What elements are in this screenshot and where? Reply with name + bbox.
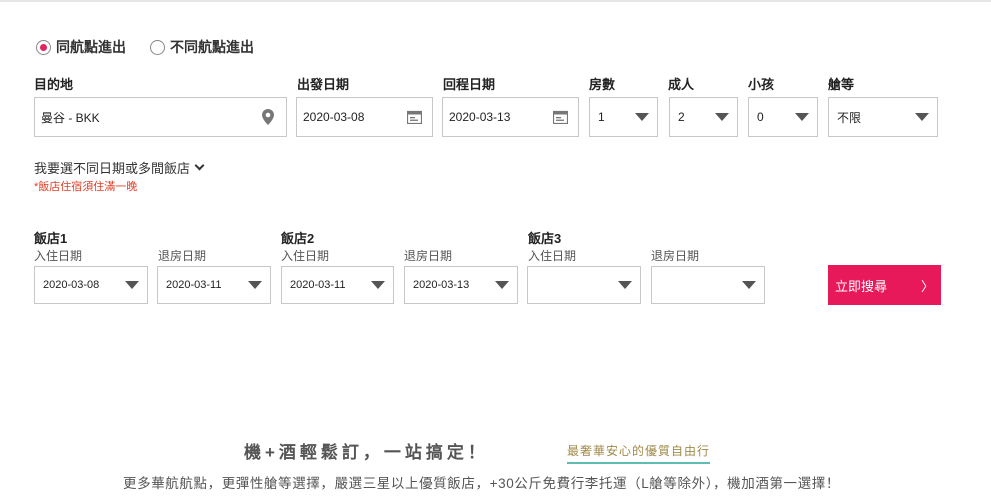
hotel1-checkin-select[interactable]: 2020-03-08 [34,266,148,304]
chevron-down-icon [125,281,139,289]
radio-different-airport[interactable]: 不同航點進出 [150,37,254,57]
hotel2-checkin-select[interactable]: 2020-03-11 [281,266,394,304]
hotel1-checkout-value: 2020-03-11 [166,279,222,291]
radio-same-airport-label: 同航點進出 [56,39,126,55]
destination-input[interactable]: 曼谷 - BKK [34,97,287,137]
hotel2-checkout-select[interactable]: 2020-03-13 [404,266,518,304]
adults-value: 2 [678,110,685,124]
chevron-down-icon [371,281,385,289]
return-date-value: 2020-03-13 [449,110,511,124]
top-divider [0,0,991,2]
promo-title: 機+酒輕鬆訂，一站搞定！ [244,443,489,462]
radio-different-airport-label: 不同航點進出 [170,39,254,55]
chevron-down-icon [915,113,929,121]
chevron-down-icon [635,113,649,121]
multi-date-hotel-label: 我要選不同日期或多間飯店 [34,161,191,176]
hotel3-title: 飯店3 [528,231,562,246]
search-button-label: 立即搜尋 [834,278,887,294]
hotel2-checkout-value: 2020-03-13 [413,279,470,291]
depart-date-value: 2020-03-08 [303,110,365,124]
hotel3-checkout-select[interactable] [651,266,765,304]
hotel3-checkin-select[interactable] [527,266,641,304]
radio-same-airport[interactable]: 同航點進出 [36,37,126,57]
rooms-label: 房數 [589,77,616,92]
hotel3-checkout-label: 退房日期 [651,249,700,263]
children-select[interactable]: 0 [748,97,818,137]
search-button[interactable]: 立即搜尋 〉 [828,265,941,305]
hotel1-checkout-select[interactable]: 2020-03-11 [157,266,271,304]
chevron-right-icon: 〉 [921,278,935,294]
stay-note: *飯店住宿須住滿一晚 [34,181,138,193]
hotel1-checkin-label: 入住日期 [34,249,83,263]
chevron-down-icon [618,281,632,289]
hotel3-checkin-label: 入住日期 [528,249,577,263]
radio-selected-icon[interactable] [36,39,51,55]
hotel2-title: 飯店2 [281,231,315,246]
hotel2-checkin-label: 入住日期 [281,249,330,263]
hotel1-checkout-label: 退房日期 [158,249,207,263]
return-date-label: 回程日期 [443,77,496,92]
cabin-value: 不限 [837,110,862,125]
chevron-down-icon [795,113,809,121]
destination-value: 曼谷 - BKK [41,110,100,125]
chevron-down-icon [742,281,756,289]
chevron-down-icon [715,113,729,121]
hotel1-title: 飯店1 [34,231,68,246]
depart-date-input[interactable]: 2020-03-08 [296,97,433,137]
trip-type-radio-group: 同航點進出 不同航點進出 [36,37,278,57]
adults-label: 成人 [668,77,695,92]
chevron-down-icon [248,281,262,289]
cabin-label: 艙等 [828,77,855,92]
hotel1-checkin-value: 2020-03-08 [43,279,100,291]
calendar-icon [552,109,568,125]
depart-date-label: 出發日期 [297,77,350,92]
cabin-select[interactable]: 不限 [828,97,938,137]
promo-description: 更多華航航點，更彈性艙等選擇，嚴選三星以上優質飯店，+30公斤免費行李托運（L艙… [123,476,840,491]
multi-date-hotel-toggle[interactable]: 我要選不同日期或多間飯店 [34,158,205,177]
rooms-select[interactable]: 1 [589,97,658,137]
chevron-down-icon [495,281,509,289]
children-value: 0 [757,110,764,124]
children-label: 小孩 [748,77,775,92]
adults-select[interactable]: 2 [669,97,738,137]
destination-label: 目的地 [34,77,74,92]
hotel2-checkin-value: 2020-03-11 [290,279,346,291]
rooms-value: 1 [598,110,605,124]
return-date-input[interactable]: 2020-03-13 [442,97,579,137]
hotel2-checkout-label: 退房日期 [404,249,453,263]
promo-tagline: 最奢華安心的優質自由行 [567,442,711,464]
location-pin-icon [260,109,276,125]
radio-unselected-icon[interactable] [150,39,165,55]
calendar-icon [406,109,422,125]
chevron-down-icon [194,160,205,171]
